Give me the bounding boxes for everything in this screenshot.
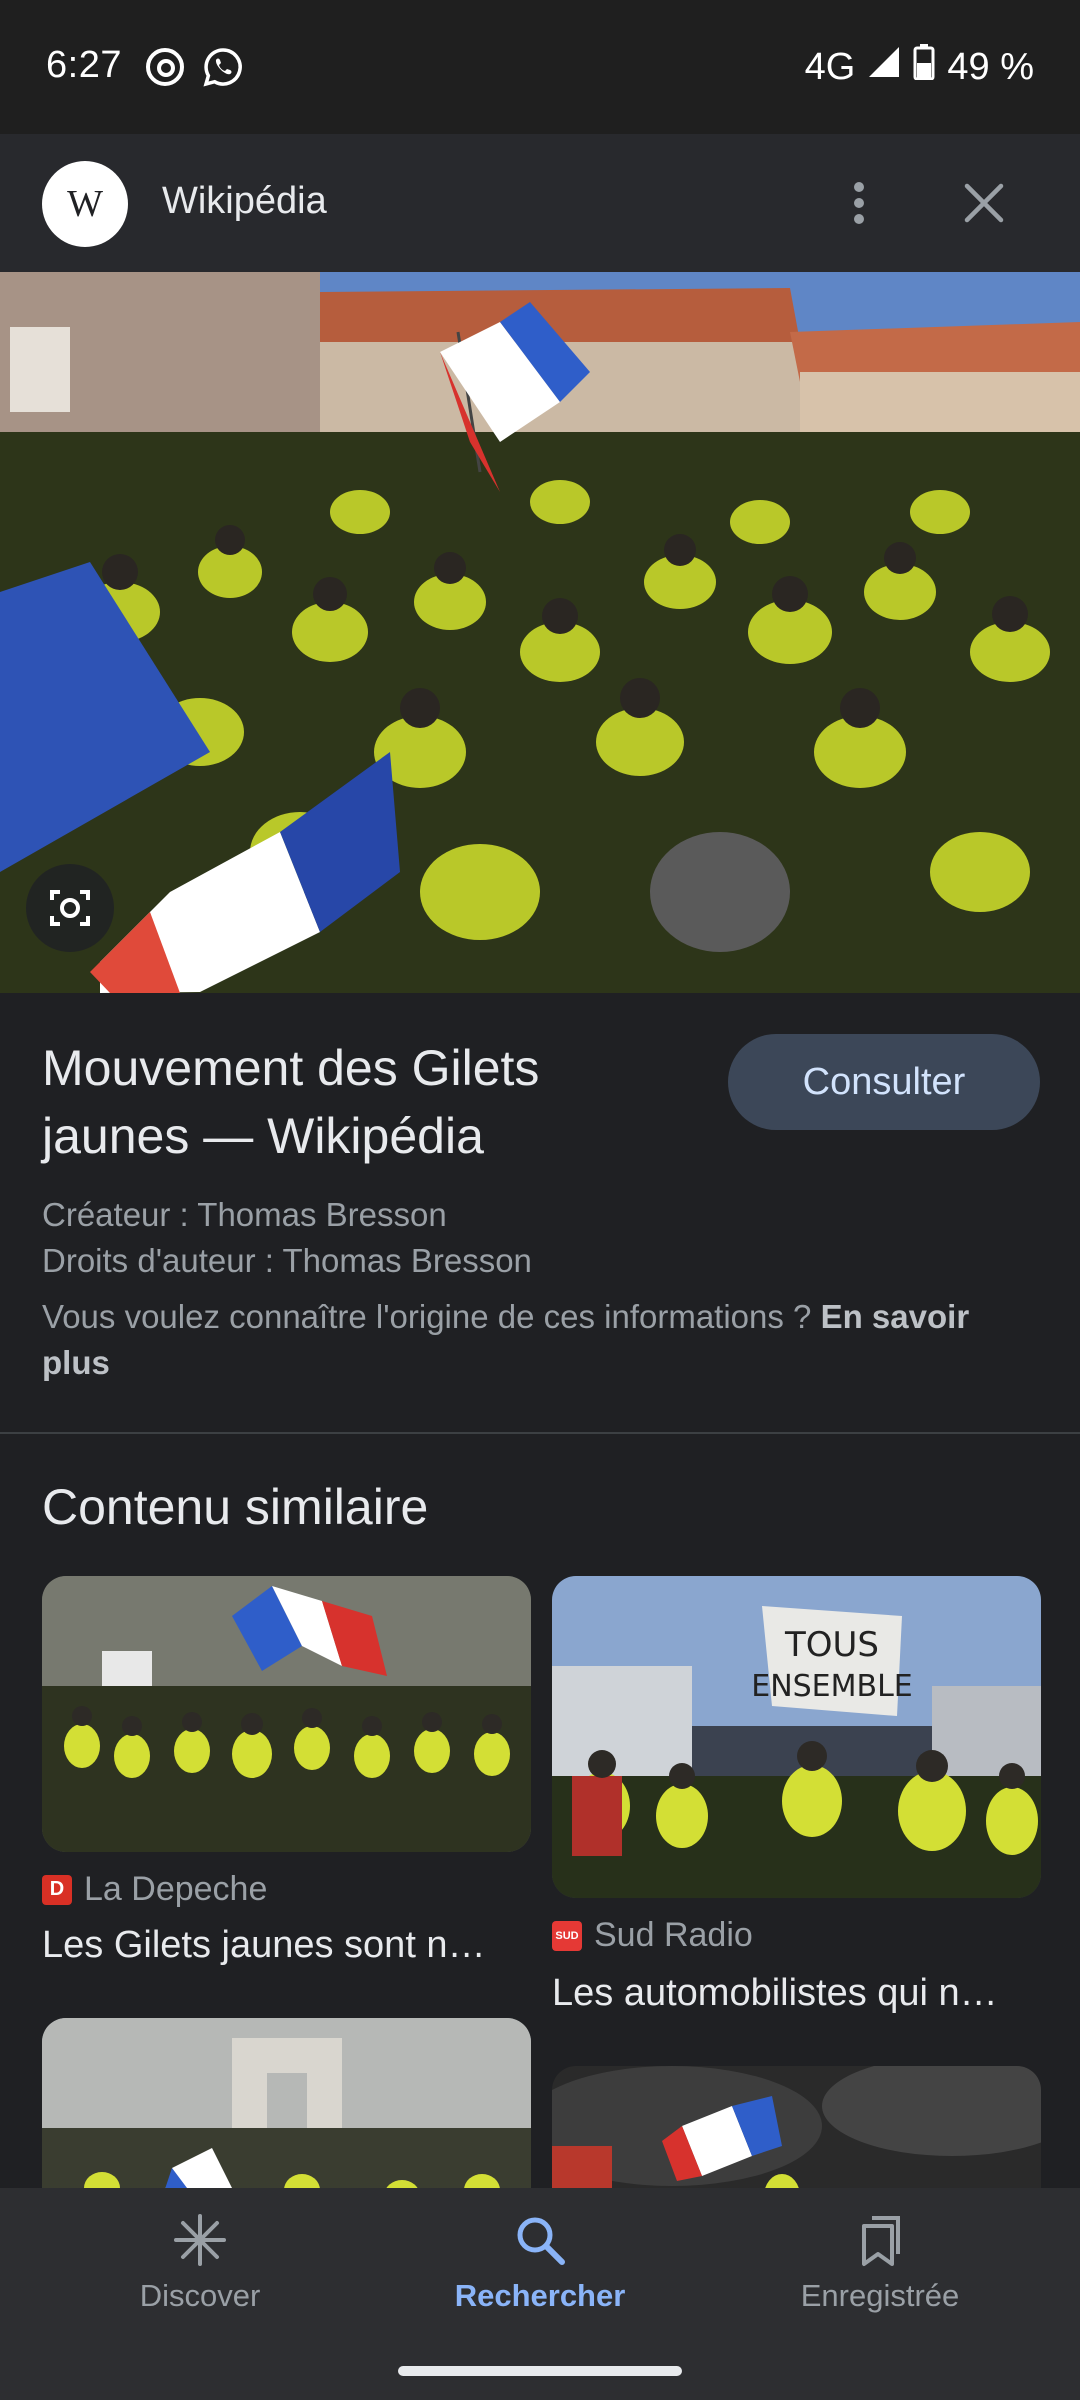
status-time: 6:27 (46, 44, 122, 86)
lens-search-button[interactable] (26, 864, 114, 952)
threads-icon (144, 46, 186, 88)
nav-discover-label: Discover (139, 2278, 261, 2313)
info-line: Vous voulez connaître l'origine de ces i… (42, 1294, 1042, 1386)
similar-thumb-2[interactable]: TOUS ENSEMBLE (552, 1576, 1041, 1898)
creator-text: Créateur : Thomas Bresson (42, 1196, 447, 1233)
la-depeche-favicon: D (42, 1874, 72, 1905)
visit-button[interactable]: Consulter (728, 1034, 1040, 1130)
network-label: 4G (804, 45, 856, 88)
wikipedia-logo[interactable]: W (42, 161, 128, 247)
similar-thumb-1[interactable] (42, 1576, 531, 1852)
sign-text-line-2: ENSEMBLE (751, 1669, 913, 1704)
asterisk-icon (174, 2214, 226, 2266)
source-1: D La Depeche (42, 1870, 267, 1909)
sign-text-line-1: TOUS (784, 1625, 879, 1665)
bookmarks-icon (862, 2216, 900, 2266)
status-bar: 6:27 4G 49 % (0, 0, 1080, 134)
divider (0, 1432, 1080, 1434)
source-2-label: Sud Radio (594, 1916, 753, 1954)
similar-title-1[interactable]: Les Gilets jaunes sont n… (42, 1924, 531, 1967)
search-icon (517, 2217, 565, 2265)
close-icon (964, 183, 1004, 223)
lens-icon (50, 890, 90, 926)
similar-image-1 (42, 1576, 531, 1852)
more-options-button[interactable] (819, 163, 899, 243)
result-title[interactable]: Mouvement des Gilets jaunes — Wikipédia (42, 1034, 682, 1170)
sud-radio-favicon: SUD (552, 1920, 582, 1951)
info-text: Vous voulez connaître l'origine de ces i… (42, 1298, 812, 1335)
signal-icon (867, 45, 901, 89)
copyright-text: Droits d'auteur : Thomas Bresson (42, 1242, 532, 1279)
status-right: 4G 49 % (805, 44, 1034, 90)
close-button[interactable] (944, 163, 1024, 243)
nav-search[interactable]: Rechercher (400, 2212, 680, 2314)
protest-photo (0, 272, 1080, 993)
battery-icon (913, 44, 935, 90)
similar-section-title: Contenu similaire (42, 1479, 429, 1535)
similar-image-2: TOUS ENSEMBLE (552, 1576, 1041, 1898)
source-1-label: La Depeche (84, 1870, 268, 1908)
site-header: W Wikipédia (0, 134, 1080, 272)
nav-search-label: Rechercher (454, 2278, 626, 2313)
nav-saved-label: Enregistrée (800, 2278, 960, 2313)
similar-title-2[interactable]: Les automobilistes qui n… (552, 1972, 1041, 2015)
home-indicator[interactable] (398, 2366, 682, 2376)
site-title[interactable]: Wikipédia (162, 180, 327, 223)
hero-image[interactable] (0, 272, 1080, 993)
nav-discover[interactable]: Discover (60, 2212, 340, 2314)
battery-label: 49 % (947, 45, 1034, 88)
whatsapp-icon (202, 46, 244, 88)
nav-saved[interactable]: Enregistrée (740, 2212, 1020, 2314)
source-2: SUD Sud Radio (552, 1916, 753, 1955)
more-vert-icon (854, 182, 864, 224)
